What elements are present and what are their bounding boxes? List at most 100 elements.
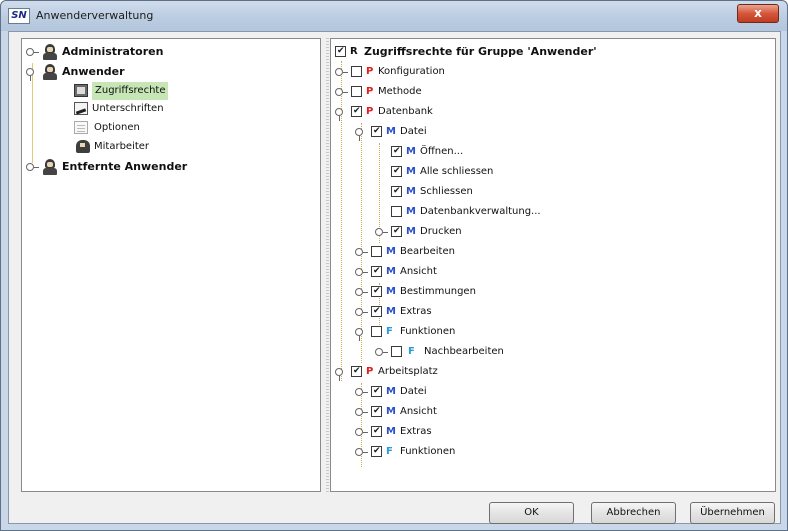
expand-icon[interactable] xyxy=(26,163,39,172)
expand-icon[interactable] xyxy=(355,448,368,457)
tree-item-label: Alle schliessen xyxy=(420,166,494,177)
ok-button[interactable]: OK xyxy=(489,502,574,524)
item-checkbox[interactable] xyxy=(351,66,362,77)
item-checkbox[interactable] xyxy=(371,406,382,417)
window-title: Anwenderverwaltung xyxy=(36,9,154,22)
tree-item-label: Datei xyxy=(400,386,427,397)
item-checkbox[interactable] xyxy=(371,306,382,317)
item-checkbox[interactable] xyxy=(391,206,402,217)
type-letter: M xyxy=(386,386,396,397)
tree-item-label: Administratoren xyxy=(62,45,164,58)
expand-icon[interactable] xyxy=(375,228,388,237)
title-bar[interactable]: SN Anwenderverwaltung x xyxy=(1,1,787,31)
type-letter: M xyxy=(386,126,396,137)
tree-item-label: Arbeitsplatz xyxy=(378,366,438,377)
user-group-icon xyxy=(42,44,58,60)
item-checkbox[interactable] xyxy=(391,166,402,177)
tree-item-label: Bestimmungen xyxy=(400,286,476,297)
item-checkbox[interactable] xyxy=(371,266,382,277)
tree-item-label: Funktionen xyxy=(400,446,456,457)
tree-item-label: Datenbankverwaltung... xyxy=(420,206,541,217)
expand-icon[interactable] xyxy=(375,348,388,357)
expand-icon[interactable] xyxy=(355,408,368,417)
access-rights-icon xyxy=(74,84,88,97)
item-checkbox[interactable] xyxy=(351,106,362,117)
tree-item-label: Schliessen xyxy=(420,186,473,197)
type-letter: M xyxy=(386,266,396,277)
type-letter: P xyxy=(366,106,374,117)
tree-item-label: Anwender xyxy=(62,65,125,78)
type-letter: M xyxy=(386,406,396,417)
type-letter: P xyxy=(366,66,374,77)
user-group-icon xyxy=(42,64,58,80)
tree-guide-line xyxy=(361,123,362,363)
tree-item-label: Nachbearbeiten xyxy=(424,346,504,357)
type-letter: M xyxy=(406,146,416,157)
cancel-button[interactable]: Abbrechen xyxy=(591,502,676,524)
tree-item-label: Drucken xyxy=(420,226,462,237)
type-letter: M xyxy=(406,226,416,237)
dialog-client-area: Administratoren Anwender Zugriffsrechte … xyxy=(8,31,781,524)
collapse-icon[interactable] xyxy=(335,368,348,381)
collapse-icon[interactable] xyxy=(335,108,348,121)
item-checkbox[interactable] xyxy=(371,246,382,257)
tree-item-label: Mitarbeiter xyxy=(94,141,150,152)
tree-item-label: Entfernte Anwender xyxy=(62,160,188,173)
type-letter: M xyxy=(386,286,396,297)
item-checkbox[interactable] xyxy=(371,426,382,437)
item-checkbox[interactable] xyxy=(371,126,382,137)
user-group-icon xyxy=(42,159,58,175)
close-button[interactable]: x xyxy=(737,4,779,23)
collapse-icon[interactable] xyxy=(355,328,368,341)
item-checkbox[interactable] xyxy=(371,326,382,337)
expand-icon[interactable] xyxy=(335,88,348,97)
apply-button[interactable]: Übernehmen xyxy=(690,502,775,524)
options-icon xyxy=(74,121,88,134)
rights-tree-panel: R Zugriffsrechte für Gruppe 'Anwender' P… xyxy=(330,38,776,492)
tree-item-label: Unterschriften xyxy=(92,103,164,114)
employee-icon xyxy=(76,140,90,153)
item-checkbox[interactable] xyxy=(391,186,402,197)
tree-item-label: Extras xyxy=(400,306,432,317)
type-letter: M xyxy=(406,206,416,217)
expand-icon[interactable] xyxy=(355,268,368,277)
expand-icon[interactable] xyxy=(26,48,39,57)
type-letter: F xyxy=(386,326,393,337)
type-letter: M xyxy=(386,426,396,437)
app-logo-icon: SN xyxy=(8,8,30,24)
item-checkbox[interactable] xyxy=(391,146,402,157)
collapse-icon[interactable] xyxy=(26,68,39,81)
expand-icon[interactable] xyxy=(355,428,368,437)
expand-icon[interactable] xyxy=(355,288,368,297)
type-letter: M xyxy=(406,166,416,177)
expand-icon[interactable] xyxy=(355,388,368,397)
tree-item-label: Extras xyxy=(400,426,432,437)
expand-icon[interactable] xyxy=(355,248,368,257)
expand-icon[interactable] xyxy=(335,68,348,77)
type-letter: F xyxy=(386,446,393,457)
item-checkbox[interactable] xyxy=(371,286,382,297)
item-checkbox[interactable] xyxy=(391,226,402,237)
expand-icon[interactable] xyxy=(355,308,368,317)
item-checkbox[interactable] xyxy=(371,386,382,397)
tree-item-label: Methode xyxy=(378,86,422,97)
tree-item-label: Datenbank xyxy=(378,106,433,117)
tree-guide-line xyxy=(32,63,33,163)
tree-item-label: Konfiguration xyxy=(378,66,445,77)
tree-root-label: Zugriffsrechte für Gruppe 'Anwender' xyxy=(364,45,597,58)
splitter[interactable] xyxy=(326,38,329,492)
signature-icon xyxy=(74,102,88,115)
item-checkbox[interactable] xyxy=(391,346,402,357)
type-letter: P xyxy=(366,86,374,97)
root-checkbox[interactable] xyxy=(335,46,346,57)
group-tree-panel: Administratoren Anwender Zugriffsrechte … xyxy=(21,38,321,492)
item-checkbox[interactable] xyxy=(371,446,382,457)
item-checkbox[interactable] xyxy=(351,86,362,97)
item-checkbox[interactable] xyxy=(351,366,362,377)
tree-item-label: Funktionen xyxy=(400,326,456,337)
type-letter: M xyxy=(386,246,396,257)
type-letter: F xyxy=(408,346,415,357)
collapse-icon[interactable] xyxy=(355,128,368,141)
app-window: SN Anwenderverwaltung x Administratoren … xyxy=(0,0,788,531)
tree-item-label: Ansicht xyxy=(400,406,437,417)
